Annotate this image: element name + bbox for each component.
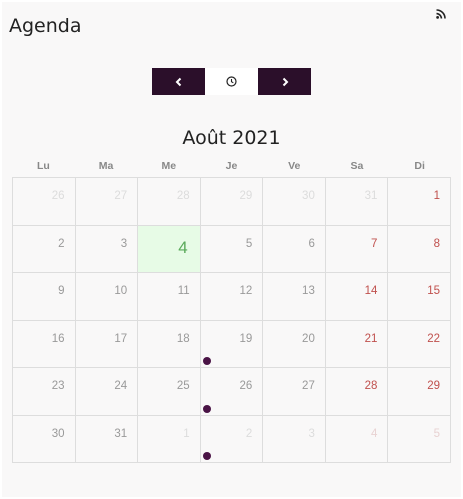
weekday-label: Ve xyxy=(288,160,301,172)
calendar-day[interactable]: 5 xyxy=(200,225,264,273)
calendar-day[interactable]: 30 xyxy=(13,415,76,463)
calendar-day[interactable]: 4 xyxy=(325,415,389,463)
calendar-day[interactable]: 16 xyxy=(13,320,76,368)
calendar-day[interactable]: 14 xyxy=(325,273,389,321)
month-navigation xyxy=(152,68,311,95)
calendar-grid: 26 27 28 29 30 31 1 2 3 4 5 6 7 8 9 10 1… xyxy=(12,177,451,463)
calendar-day[interactable]: 5 xyxy=(388,415,451,463)
weekday-label: Lu xyxy=(36,160,50,172)
calendar-day[interactable]: 25 xyxy=(138,368,201,416)
weekday-label: Me xyxy=(161,160,177,172)
month-title: Août 2021 xyxy=(182,127,281,149)
weekday-label: Di xyxy=(414,160,425,172)
page-title: Agenda xyxy=(9,15,82,37)
calendar-day[interactable]: 29 xyxy=(388,368,451,416)
calendar-day[interactable]: 22 xyxy=(388,320,451,368)
calendar-day-today[interactable]: 4 xyxy=(138,225,201,273)
event-marker[interactable] xyxy=(203,452,211,460)
calendar-day[interactable]: 11 xyxy=(138,273,201,321)
today-button[interactable] xyxy=(205,68,258,95)
calendar-day[interactable]: 9 xyxy=(13,273,76,321)
event-marker[interactable] xyxy=(203,405,211,413)
previous-month-button[interactable] xyxy=(152,68,205,95)
calendar-day[interactable]: 30 xyxy=(263,178,326,226)
calendar-day[interactable]: 23 xyxy=(13,368,76,416)
event-marker[interactable] xyxy=(203,357,211,365)
calendar-day[interactable]: 2 xyxy=(13,225,76,273)
calendar-day[interactable]: 8 xyxy=(388,225,451,273)
chevron-right-icon xyxy=(282,77,288,86)
calendar-day[interactable]: 1 xyxy=(138,415,201,463)
calendar-day[interactable]: 31 xyxy=(325,178,389,226)
calendar-day[interactable]: 15 xyxy=(388,273,451,321)
calendar-day[interactable]: 21 xyxy=(325,320,389,368)
calendar-day[interactable]: 24 xyxy=(75,368,139,416)
weekday-label: Ma xyxy=(98,160,114,172)
calendar-day[interactable]: 18 xyxy=(138,320,201,368)
calendar-day[interactable]: 12 xyxy=(200,273,264,321)
next-month-button[interactable] xyxy=(258,68,311,95)
clock-icon xyxy=(226,76,237,87)
calendar-day[interactable]: 3 xyxy=(75,225,139,273)
calendar-day[interactable]: 17 xyxy=(75,320,139,368)
rss-icon[interactable] xyxy=(436,9,446,19)
calendar-day[interactable]: 28 xyxy=(325,368,389,416)
weekday-label: Je xyxy=(225,160,238,172)
calendar-day[interactable]: 7 xyxy=(325,225,389,273)
calendar-day[interactable]: 27 xyxy=(75,178,139,226)
weekday-label: Sa xyxy=(350,160,364,172)
chevron-left-icon xyxy=(175,77,181,86)
calendar-day[interactable]: 6 xyxy=(263,225,326,273)
calendar-day[interactable]: 13 xyxy=(263,273,326,321)
calendar-day[interactable]: 1 xyxy=(388,178,451,226)
calendar-day[interactable]: 10 xyxy=(75,273,139,321)
calendar-day[interactable]: 20 xyxy=(263,320,326,368)
calendar-day[interactable]: 31 xyxy=(75,415,139,463)
calendar-day[interactable]: 28 xyxy=(138,178,201,226)
calendar-day[interactable]: 3 xyxy=(263,415,326,463)
calendar-day[interactable]: 29 xyxy=(200,178,264,226)
weekday-header: Lu Ma Me Je Ve Sa Di xyxy=(12,160,451,174)
calendar-day[interactable]: 26 xyxy=(13,178,76,226)
calendar-day[interactable]: 27 xyxy=(263,368,326,416)
